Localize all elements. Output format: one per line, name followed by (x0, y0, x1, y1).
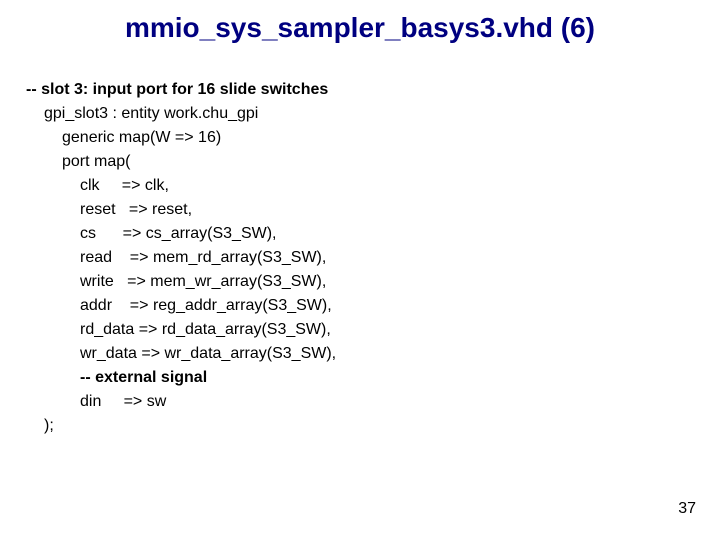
code-map-reset: reset => reset, (80, 198, 336, 222)
code-port-map-open: port map( (62, 150, 336, 174)
code-map-rd-data: rd_data => rd_data_array(S3_SW), (80, 318, 336, 342)
code-map-din: din => sw (80, 390, 336, 414)
page-number: 37 (678, 500, 696, 518)
slide-title: mmio_sys_sampler_basys3.vhd (6) (0, 12, 720, 44)
code-block: -- slot 3: input port for 16 slide switc… (26, 78, 336, 438)
code-generic-map: generic map(W => 16) (62, 126, 336, 150)
code-map-addr: addr => reg_addr_array(S3_SW), (80, 294, 336, 318)
code-map-wr-data: wr_data => wr_data_array(S3_SW), (80, 342, 336, 366)
code-comment-slot: -- slot 3: input port for 16 slide switc… (26, 78, 336, 102)
code-map-read: read => mem_rd_array(S3_SW), (80, 246, 336, 270)
code-map-cs: cs => cs_array(S3_SW), (80, 222, 336, 246)
code-port-map-close: ); (44, 414, 336, 438)
code-map-write: write => mem_wr_array(S3_SW), (80, 270, 336, 294)
code-comment-external: -- external signal (80, 366, 336, 390)
code-map-clk: clk => clk, (80, 174, 336, 198)
code-instantiation: gpi_slot3 : entity work.chu_gpi (44, 102, 336, 126)
